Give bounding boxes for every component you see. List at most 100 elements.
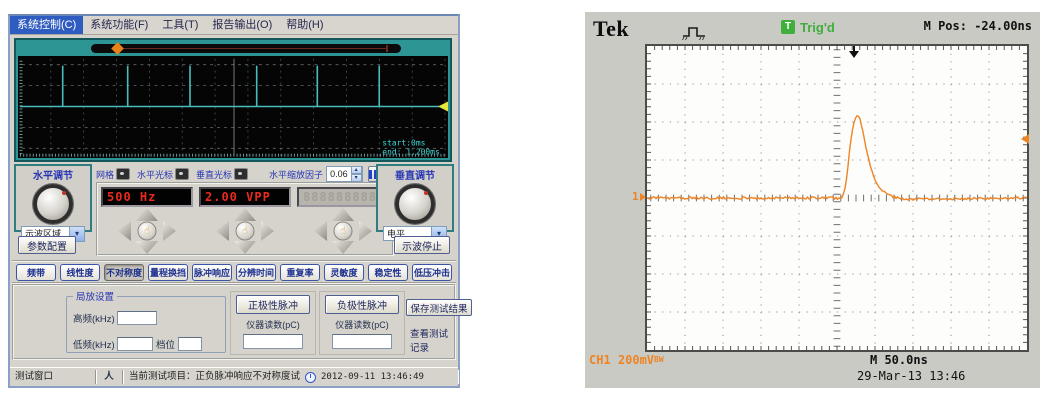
range-label: 档位 xyxy=(156,340,175,351)
instrument-reading-label: 仪器读数(pC) xyxy=(320,318,404,331)
horizontal-cursor-toggle[interactable] xyxy=(175,168,189,180)
spinner-up-icon[interactable]: ▴ xyxy=(351,166,362,174)
right-arrow-icon xyxy=(640,193,646,201)
spinner-arrows[interactable]: ▴ ▾ xyxy=(351,166,362,182)
test-item-button-7[interactable]: 重复率 xyxy=(280,264,320,281)
datetime-readout: 29-Mar-13 13:46 xyxy=(857,369,965,383)
pd-settings-panel: 局放设置 高频(kHz) 低频(kHz) 档位 正极性脉冲 仪器读数(pC) xyxy=(12,284,456,360)
down-arrow-icon[interactable] xyxy=(136,241,158,254)
waveform-display: start:0ms end: 1.200ms xyxy=(18,56,448,158)
view-records-link[interactable]: 查看测试记录 xyxy=(410,326,454,354)
up-arrow-icon[interactable] xyxy=(234,208,256,221)
hand-cursor-icon[interactable]: ☝ xyxy=(138,222,157,241)
level-marker-icon xyxy=(438,102,448,112)
amplitude-readout: 2.00 VPP xyxy=(199,187,291,207)
test-item-button-row: 频带线性度不对称度量程换挡脉冲响应分辨时间重复率灵敏度稳定性低压冲击 xyxy=(12,260,456,284)
test-item-button-10[interactable]: 低压冲击 xyxy=(412,264,452,281)
zoom-factor-spinner[interactable]: 0.06 ▴ ▾ xyxy=(326,166,363,182)
param-config-button[interactable]: 参数配置 xyxy=(18,236,76,254)
hand-cursor-icon[interactable]: ☝ xyxy=(334,222,353,241)
positive-pulse-section: 正极性脉冲 仪器读数(pC) xyxy=(230,291,316,355)
timebase-readout: M 50.0ns xyxy=(870,353,928,367)
menu-bar: 系统控制(C)系统功能(F)工具(T)报告输出(O)帮助(H) xyxy=(10,16,458,35)
trigger-status: Trig'd xyxy=(800,20,835,35)
high-freq-label: 高频(kHz) xyxy=(73,314,115,325)
pulse-train-plot: start:0ms end: 1.200ms xyxy=(18,56,448,158)
save-results-button[interactable]: 保存测试结果 xyxy=(406,299,472,316)
ch1-trace xyxy=(647,116,1027,200)
status-message-area: 当前测试项目：正负脉冲响应不对称度试 2012-09-11 13:46:49 xyxy=(123,370,458,384)
test-item-button-8[interactable]: 灵敏度 xyxy=(324,264,364,281)
high-freq-input[interactable] xyxy=(117,311,157,325)
left-arrow-icon[interactable] xyxy=(216,221,229,241)
menu-item-5[interactable]: 帮助(H) xyxy=(279,16,330,34)
wave-start-label: start:0ms xyxy=(382,138,425,147)
low-freq-row: 低频(kHz) 档位 xyxy=(73,337,202,351)
spinner-down-icon[interactable]: ▾ xyxy=(351,174,362,182)
vertical-cursor-toggle[interactable] xyxy=(234,168,248,180)
zoom-factor-value: 0.06 xyxy=(330,169,348,179)
left-arrow-icon[interactable] xyxy=(314,221,327,241)
hand-cursor-icon[interactable]: ☝ xyxy=(236,222,255,241)
right-arrow-icon[interactable] xyxy=(359,221,372,241)
low-freq-input[interactable] xyxy=(117,337,153,351)
zoom-factor-label: 水平缩放因子 xyxy=(269,168,323,181)
oscilloscope-screen: Tek T Trig'd M Pos: -24.00ns 1 CH1 200mV… xyxy=(585,12,1040,388)
test-item-button-5[interactable]: 脉冲响应 xyxy=(192,264,232,281)
menu-item-3[interactable]: 工具(T) xyxy=(155,16,205,34)
frequency-arrow-pad[interactable]: ☝ xyxy=(116,208,178,254)
pulse-traces xyxy=(63,66,380,107)
readout-control-panel: 500 Hz 2.00 VPP 8888888888 ☝ ☝ xyxy=(96,182,394,256)
positive-reading-input[interactable] xyxy=(243,334,303,349)
negative-reading-input[interactable] xyxy=(332,334,392,349)
test-item-button-6[interactable]: 分辨时间 xyxy=(236,264,276,281)
vertical-adjust-title: 垂直调节 xyxy=(378,167,452,182)
range-input[interactable] xyxy=(178,337,202,351)
negative-pulse-button[interactable]: 负极性脉冲 xyxy=(325,295,399,314)
up-arrow-icon[interactable] xyxy=(332,208,354,221)
slider-range-line xyxy=(122,48,388,49)
test-item-button-2[interactable]: 线性度 xyxy=(60,264,100,281)
slider-end-tick xyxy=(386,45,388,52)
ch1-position-marker: 1 xyxy=(632,190,646,203)
down-arrow-icon[interactable] xyxy=(332,241,354,254)
knob-indicator-dot xyxy=(424,191,428,195)
vertical-adjust-panel: 垂直调节 电平 ▾ xyxy=(376,164,454,232)
ch1-scale-text: CH1 200mV xyxy=(589,353,654,367)
test-item-button-1[interactable]: 频带 xyxy=(16,264,56,281)
arrow-pad-row: ☝ ☝ ☝ xyxy=(98,208,392,254)
aux-arrow-pad[interactable]: ☝ xyxy=(312,208,374,254)
test-item-button-4[interactable]: 量程换挡 xyxy=(148,264,188,281)
positive-pulse-button[interactable]: 正极性脉冲 xyxy=(236,295,310,314)
waveform-panel: start:0ms end: 1.200ms xyxy=(14,38,452,162)
left-arrow-icon[interactable] xyxy=(118,221,131,241)
trigger-badge-icon: T xyxy=(781,20,795,34)
graticule-plot xyxy=(647,46,1027,350)
waveform-range-slider[interactable] xyxy=(18,42,448,55)
ch1-marker-number: 1 xyxy=(632,190,639,203)
pd-calibrator-app-window: 系统控制(C)系统功能(F)工具(T)报告输出(O)帮助(H) start:0m… xyxy=(8,14,460,388)
pulse-waveform-icon xyxy=(681,24,713,41)
horizontal-knob[interactable] xyxy=(33,184,73,224)
trigger-position-marker xyxy=(848,46,860,59)
right-arrow-icon[interactable] xyxy=(261,221,274,241)
slider-position-marker[interactable] xyxy=(111,42,124,55)
test-item-button-9[interactable]: 稳定性 xyxy=(368,264,408,281)
menu-item-4[interactable]: 报告输出(O) xyxy=(205,16,279,34)
user-icon: 人 xyxy=(96,370,123,384)
m-pos-readout: M Pos: -24.00ns xyxy=(924,19,1032,33)
menu-item-2[interactable]: 系统功能(F) xyxy=(83,16,155,34)
menu-item-1[interactable]: 系统控制(C) xyxy=(10,16,83,34)
slider-range-bar[interactable] xyxy=(91,44,401,53)
vertical-knob[interactable] xyxy=(395,184,435,224)
up-arrow-icon[interactable] xyxy=(136,208,158,221)
amplitude-arrow-pad[interactable]: ☝ xyxy=(214,208,276,254)
status-timestamp: 2012-09-11 13:46:49 xyxy=(321,370,424,384)
scope-stop-button[interactable]: 示波停止 xyxy=(394,236,450,254)
test-item-button-3[interactable]: 不对称度 xyxy=(104,264,144,281)
down-arrow-icon[interactable] xyxy=(234,241,256,254)
low-freq-label: 低频(kHz) xyxy=(73,340,115,351)
right-arrow-icon[interactable] xyxy=(163,221,176,241)
vertical-cursor-label: 垂直光标 xyxy=(196,168,232,181)
grid-visibility-toggle[interactable] xyxy=(116,168,130,180)
